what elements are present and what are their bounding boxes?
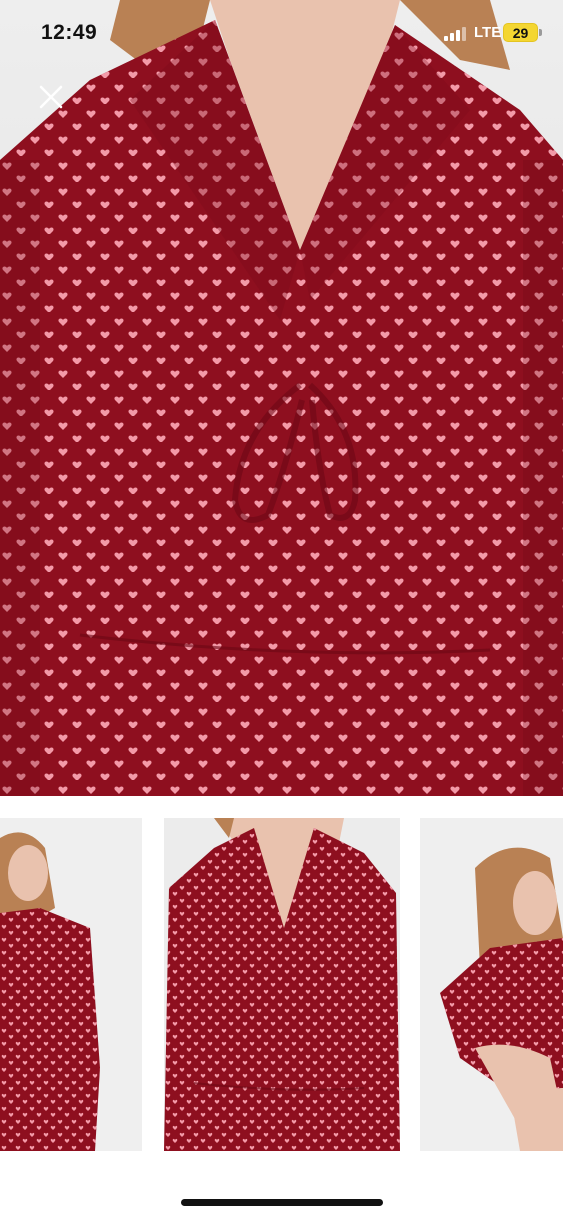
main-photo-image <box>0 0 563 796</box>
thumbnail-1[interactable] <box>0 818 142 1151</box>
thumbnail-strip <box>0 818 563 1151</box>
thumbnail-2-image <box>164 818 400 1151</box>
thumbnail-1-image <box>0 818 142 1151</box>
thumbnail-3[interactable] <box>420 818 563 1151</box>
home-indicator[interactable] <box>181 1199 383 1206</box>
close-button[interactable] <box>32 78 70 116</box>
close-icon <box>39 85 63 109</box>
main-product-photo[interactable] <box>0 0 563 796</box>
thumbnail-2-selected[interactable] <box>164 818 400 1151</box>
thumbnail-3-image <box>420 818 563 1151</box>
